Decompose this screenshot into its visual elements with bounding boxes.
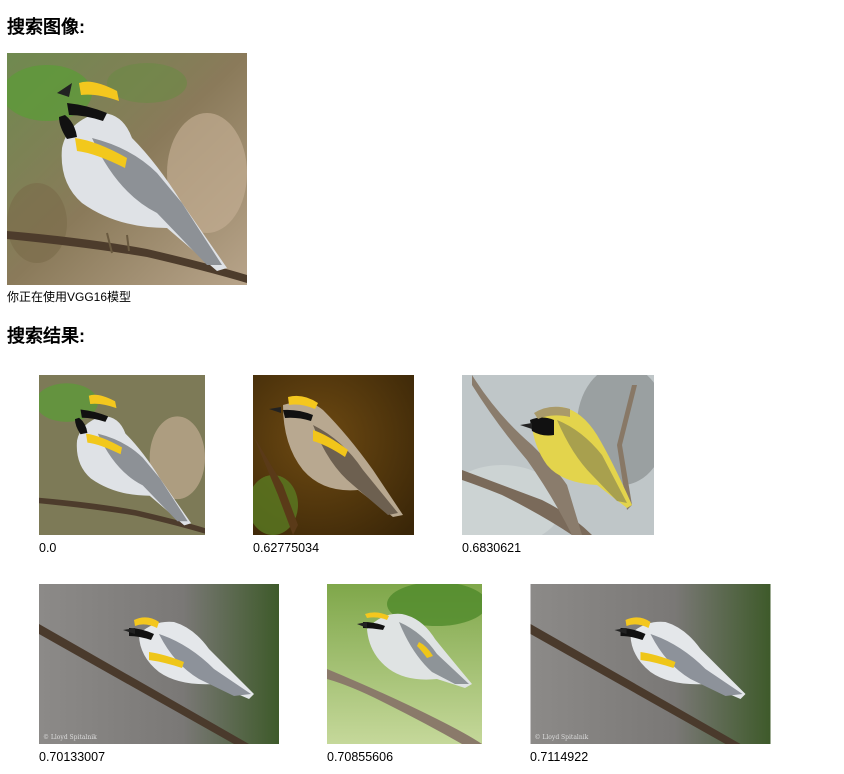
query-heading: 搜索图像: <box>7 17 85 37</box>
result-image-3 <box>462 375 654 535</box>
result-image-5 <box>327 584 482 744</box>
model-note: 你正在使用VGG16模型 <box>7 290 132 304</box>
results-heading: 搜索结果: <box>7 326 85 346</box>
result-distance-4: 0.70133007 <box>39 750 106 764</box>
svg-text:© Lloyd Spitalnik: © Lloyd Spitalnik <box>535 734 589 741</box>
result-image-4: © Lloyd Spitalnik <box>39 584 279 744</box>
result-distance-6: 0.7114922 <box>530 750 589 764</box>
query-image <box>7 53 247 285</box>
result-image-1 <box>39 375 205 535</box>
result-image-2 <box>253 375 414 535</box>
result-image-6: © Lloyd Spitalnik <box>530 584 771 744</box>
svg-text:© Lloyd Spitalnik: © Lloyd Spitalnik <box>43 734 97 741</box>
result-distance-3: 0.6830621 <box>462 541 522 555</box>
result-distance-5: 0.70855606 <box>327 750 394 764</box>
result-distance-1: 0.0 <box>39 541 57 555</box>
result-distance-2: 0.62775034 <box>253 541 320 555</box>
